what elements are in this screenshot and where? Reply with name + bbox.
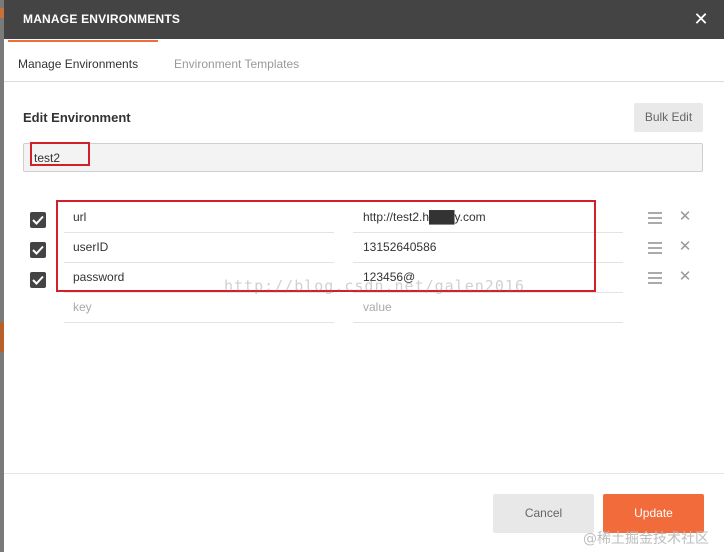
close-icon[interactable]: ✕	[692, 9, 710, 29]
active-tab-indicator	[8, 40, 158, 42]
enabled-checkbox[interactable]	[30, 212, 46, 228]
cancel-button[interactable]: Cancel	[493, 494, 594, 533]
delete-icon[interactable]: ✕	[677, 208, 693, 226]
environment-name-input[interactable]	[23, 143, 703, 172]
new-variable-row: key value	[4, 293, 724, 323]
enabled-checkbox[interactable]	[30, 242, 46, 258]
variable-key[interactable]: url	[64, 203, 334, 233]
modal-header: MANAGE ENVIRONMENTS ✕	[4, 0, 724, 39]
new-value-input[interactable]: value	[353, 293, 623, 323]
delete-icon[interactable]: ✕	[677, 268, 693, 286]
tab-bar: Manage Environments Environment Template…	[4, 39, 724, 82]
variable-key[interactable]: userID	[64, 233, 334, 263]
variable-row: url http://test2.h███y.com ✕	[4, 203, 724, 233]
new-key-input[interactable]: key	[64, 293, 334, 323]
hamburger-icon[interactable]	[648, 242, 662, 254]
delete-icon[interactable]: ✕	[677, 238, 693, 256]
modal-title: MANAGE ENVIRONMENTS	[23, 12, 181, 26]
update-button[interactable]: Update	[603, 494, 704, 533]
check-icon	[32, 245, 44, 255]
tab-environment-templates[interactable]: Environment Templates	[174, 57, 299, 81]
check-icon	[32, 275, 44, 285]
variable-row: userID 13152640586 ✕	[4, 233, 724, 263]
hamburger-icon[interactable]	[648, 212, 662, 224]
variable-row: password 123456@ ✕	[4, 263, 724, 293]
tab-manage-environments[interactable]: Manage Environments	[18, 57, 138, 81]
enabled-checkbox[interactable]	[30, 272, 46, 288]
variable-key[interactable]: password	[64, 263, 334, 293]
check-icon	[32, 215, 44, 225]
hamburger-icon[interactable]	[648, 272, 662, 284]
variable-value[interactable]: http://test2.h███y.com	[353, 203, 623, 233]
variable-value[interactable]: 123456@	[353, 263, 623, 293]
bulk-edit-button[interactable]: Bulk Edit	[634, 103, 703, 132]
manage-environments-modal: MANAGE ENVIRONMENTS ✕ Manage Environment…	[4, 0, 724, 552]
footer-divider	[4, 473, 724, 474]
section-title: Edit Environment	[23, 110, 131, 125]
variable-value[interactable]: 13152640586	[353, 233, 623, 263]
